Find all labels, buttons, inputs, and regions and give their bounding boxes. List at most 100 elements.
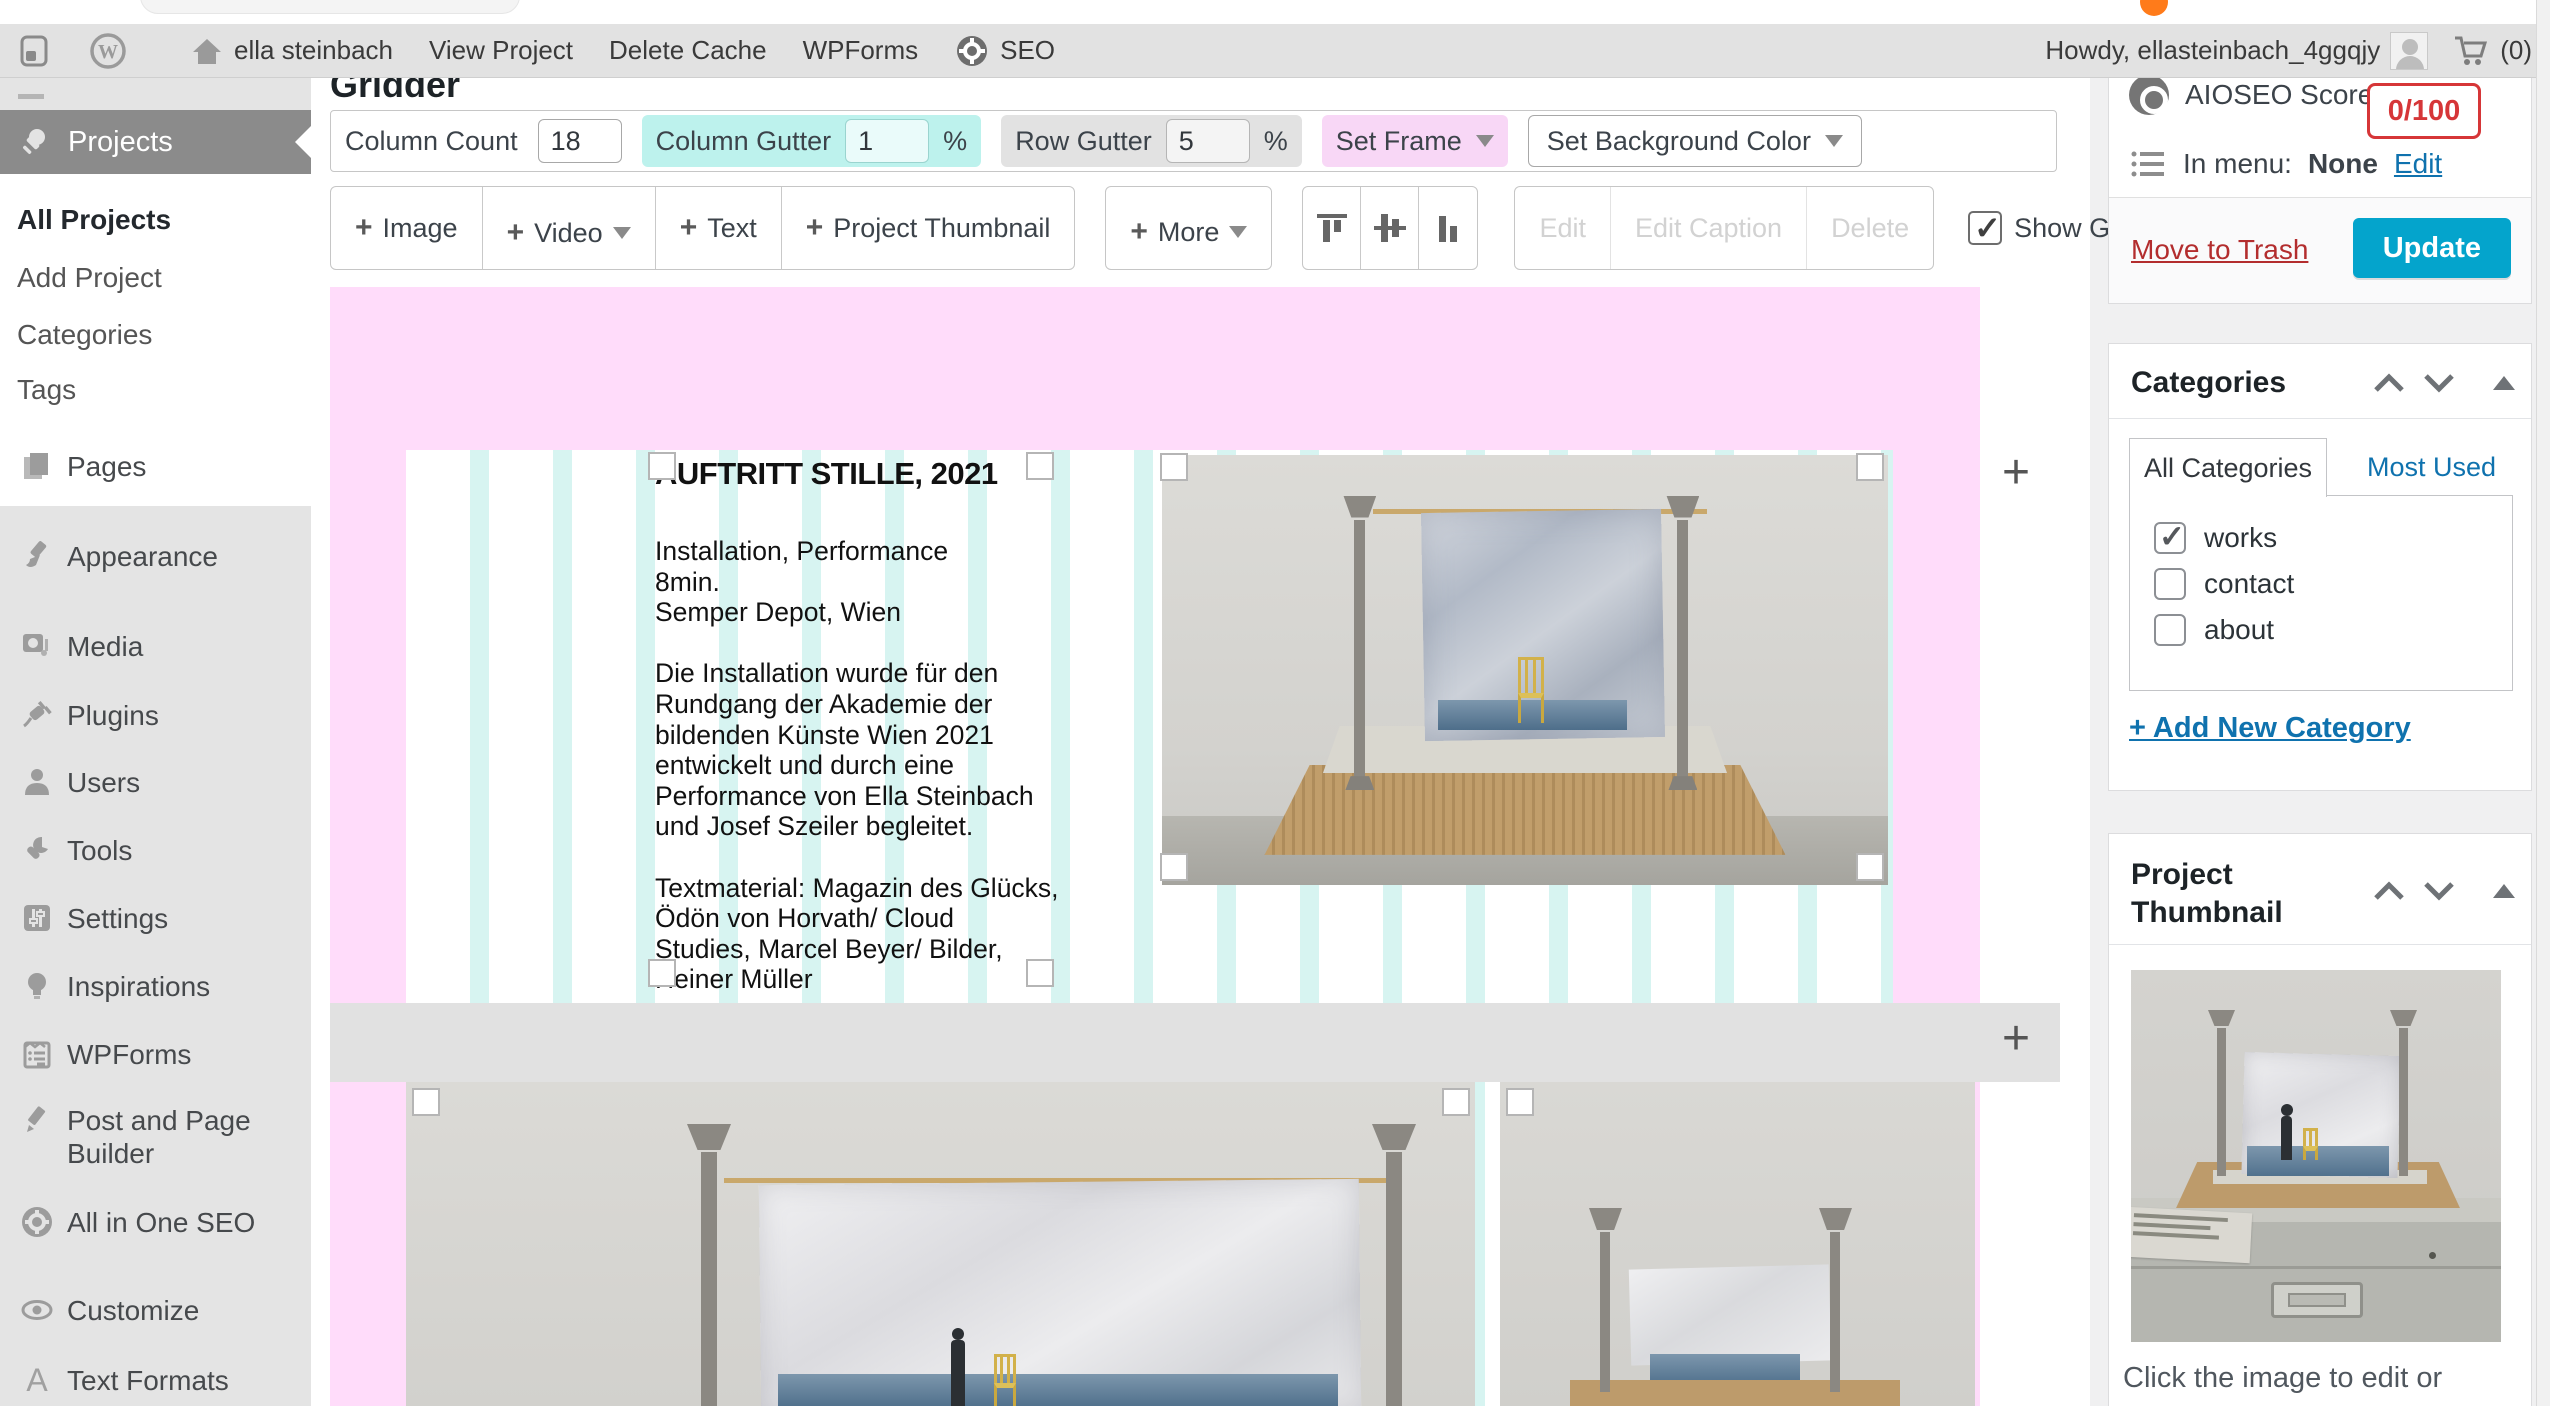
svg-text:W: W xyxy=(98,41,118,63)
categories-panel-header[interactable]: Categories xyxy=(2109,344,2531,419)
thumbnail-image[interactable] xyxy=(2131,970,2501,1342)
move-up-icon[interactable] xyxy=(2371,878,2407,904)
eye-icon xyxy=(17,1290,57,1330)
in-menu-edit-link[interactable]: Edit xyxy=(2394,148,2442,180)
thumbnail-panel-header[interactable]: Project Thumbnail xyxy=(2109,834,2531,950)
sidebar-item-wpforms[interactable]: WPForms xyxy=(0,1034,311,1074)
delete-button[interactable]: Delete xyxy=(1807,187,1933,269)
site-name-menu[interactable]: ella steinbach xyxy=(172,24,411,77)
howdy-account-menu[interactable]: Howdy, ellasteinbach_4ggqjy xyxy=(2027,24,2446,77)
selection-handle[interactable] xyxy=(648,959,676,987)
selection-handle[interactable] xyxy=(1160,853,1188,881)
add-new-category-link[interactable]: + Add New Category xyxy=(2129,712,2411,745)
add-image-button[interactable]: +Image xyxy=(331,187,483,269)
wpforms-menu[interactable]: WPForms xyxy=(785,24,937,77)
move-up-icon[interactable] xyxy=(2371,370,2407,396)
category-checkbox-about[interactable] xyxy=(2154,614,2186,646)
wordpress-logo-button[interactable]: W xyxy=(70,24,146,77)
selection-handle[interactable] xyxy=(1026,452,1054,480)
sidebar-label: Pages xyxy=(67,446,146,483)
add-text-label: Text xyxy=(707,213,757,244)
submenu-tags[interactable]: Tags xyxy=(17,374,76,406)
column-gutter-input[interactable] xyxy=(845,119,929,163)
sidebar-item-appearance[interactable]: Appearance xyxy=(0,536,311,576)
submenu-all-projects[interactable]: All Projects xyxy=(17,204,171,236)
paper-backdrop xyxy=(759,1179,1361,1406)
show-guides-checkbox[interactable] xyxy=(1968,211,2002,245)
category-checkbox-works[interactable] xyxy=(2154,522,2186,554)
submenu-categories[interactable]: Categories xyxy=(17,319,152,351)
collapse-toggle-icon[interactable] xyxy=(2493,376,2515,390)
add-row-plus-button[interactable]: + xyxy=(2002,1015,2030,1063)
align-top-button[interactable] xyxy=(1303,187,1361,269)
sidebar-item-tools[interactable]: Tools xyxy=(0,830,311,870)
canvas-image-stage-model[interactable] xyxy=(1162,455,1888,885)
selection-handle[interactable] xyxy=(1506,1088,1534,1116)
sidebar-item-post-page-builder[interactable]: Post and Page Builder xyxy=(0,1100,290,1170)
move-down-icon[interactable] xyxy=(2421,370,2457,396)
add-text-button[interactable]: +Text xyxy=(656,187,782,269)
tab-all-categories[interactable]: All Categories xyxy=(2129,438,2327,497)
add-video-button[interactable]: +Video xyxy=(483,187,656,269)
cart-count: (0) xyxy=(2500,35,2532,66)
aioseo-gear-icon xyxy=(17,1202,57,1242)
right-column xyxy=(1386,1152,1402,1406)
edit-button[interactable]: Edit xyxy=(1515,187,1611,269)
selection-handle[interactable] xyxy=(1856,453,1884,481)
move-to-trash-link[interactable]: Move to Trash xyxy=(2131,234,2308,266)
update-button[interactable]: Update xyxy=(2353,218,2511,278)
sidebar-item-projects[interactable]: Projects xyxy=(0,110,311,174)
avatar xyxy=(2390,32,2428,70)
canvas-image-stage-model-large[interactable] xyxy=(406,1082,1475,1406)
browser-scrollbar[interactable] xyxy=(2536,0,2550,1406)
sidebar-item-text-formats[interactable]: A Text Formats xyxy=(0,1360,311,1400)
sidebar-item-settings[interactable]: Settings xyxy=(0,898,311,938)
selection-handle[interactable] xyxy=(648,452,676,480)
seo-menu[interactable]: SEO xyxy=(936,24,1073,77)
add-row-plus-button[interactable]: + xyxy=(2002,449,2030,497)
screen-collapse-button[interactable] xyxy=(0,24,70,77)
align-middle-button[interactable] xyxy=(1361,187,1419,269)
left-column xyxy=(701,1152,717,1406)
sidebar-item-customize[interactable]: Customize xyxy=(0,1290,311,1330)
category-checkbox-contact[interactable] xyxy=(2154,568,2186,600)
row-gutter-chip: Row Gutter % xyxy=(1001,115,1302,167)
sidebar-item-media[interactable]: Media xyxy=(0,626,311,666)
column-count-input[interactable] xyxy=(538,119,622,163)
canvas-text-block[interactable]: AUFTRITT STILLE, 2021 Installation, Perf… xyxy=(655,450,1070,1000)
miniature-chair xyxy=(1518,657,1544,723)
selection-handle[interactable] xyxy=(1442,1088,1470,1116)
set-frame-button[interactable]: Set Frame xyxy=(1322,115,1508,167)
canvas-image-cabinet-model[interactable] xyxy=(1500,1082,1975,1406)
set-background-color-button[interactable]: Set Background Color xyxy=(1528,115,1862,167)
add-project-thumbnail-button[interactable]: +Project Thumbnail xyxy=(782,187,1075,269)
align-bottom-button[interactable] xyxy=(1419,187,1477,269)
selection-handle[interactable] xyxy=(1856,853,1884,881)
tab-most-used[interactable]: Most Used xyxy=(2367,452,2496,483)
move-down-icon[interactable] xyxy=(2421,878,2457,904)
view-project-link[interactable]: View Project xyxy=(411,24,591,77)
plug-icon xyxy=(17,695,57,735)
sidebar-item-users[interactable]: Users xyxy=(0,762,311,802)
delete-cache-link[interactable]: Delete Cache xyxy=(591,24,785,77)
collapse-toggle-icon[interactable] xyxy=(2493,884,2515,898)
sidebar-item-plugins[interactable]: Plugins xyxy=(0,695,311,735)
wrench-icon xyxy=(17,830,57,870)
row-gutter-band xyxy=(330,1003,2060,1082)
selection-handle[interactable] xyxy=(1026,959,1054,987)
add-more-button[interactable]: +More xyxy=(1106,187,1271,269)
pages-icon xyxy=(17,446,57,486)
sidebar-label: Users xyxy=(67,762,140,799)
edit-caption-button[interactable]: Edit Caption xyxy=(1611,187,1807,269)
cart-menu[interactable]: (0) xyxy=(2446,24,2550,77)
submenu-add-project[interactable]: Add Project xyxy=(17,262,162,294)
gridder-canvas[interactable]: AUFTRITT STILLE, 2021 Installation, Perf… xyxy=(330,287,2060,1406)
chevron-down-icon xyxy=(613,227,631,239)
row-gutter-input[interactable] xyxy=(1166,119,1250,163)
selection-handle[interactable] xyxy=(412,1088,440,1116)
sidebar-item-inspirations[interactable]: Inspirations xyxy=(0,966,311,1006)
cart-icon xyxy=(2452,33,2490,69)
sidebar-item-pages[interactable]: Pages xyxy=(0,446,311,486)
selection-handle[interactable] xyxy=(1160,453,1188,481)
sidebar-item-all-in-one-seo[interactable]: All in One SEO xyxy=(0,1202,311,1242)
